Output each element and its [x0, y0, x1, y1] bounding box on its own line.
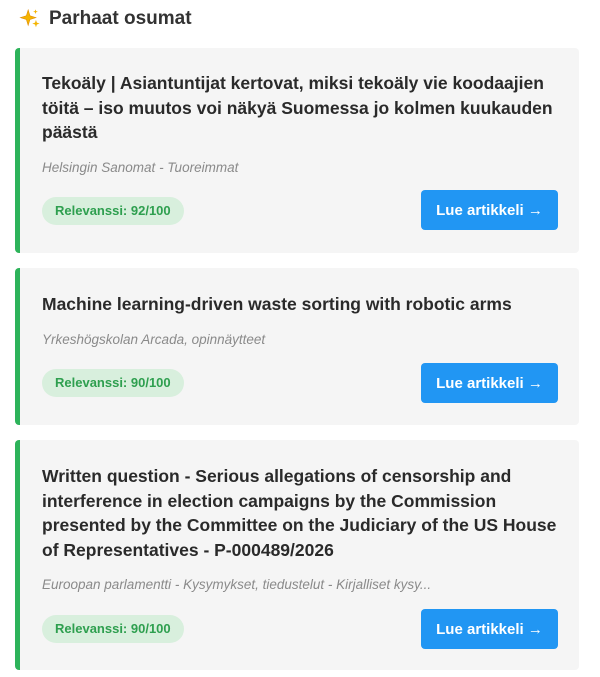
result-source: Euroopan parlamentti - Kysymykset, tiedu…	[42, 577, 432, 592]
result-card: Machine learning-driven waste sorting wi…	[15, 268, 579, 425]
read-article-button[interactable]: Lue artikkeli →	[421, 190, 558, 230]
result-title: Tekoäly | Asiantuntijat kertovat, miksi …	[42, 73, 553, 142]
relevance-badge: Relevanssi: 90/100	[42, 369, 184, 397]
result-card: Tekoäly | Asiantuntijat kertovat, miksi …	[15, 48, 579, 253]
read-article-button[interactable]: Lue artikkeli →	[421, 363, 558, 403]
sparkles-icon	[19, 8, 40, 28]
read-article-button[interactable]: Lue artikkeli →	[421, 609, 558, 649]
result-card: Written question - Serious allegations o…	[15, 440, 579, 670]
section-title: Parhaat osumat	[49, 8, 192, 29]
relevance-badge: Relevanssi: 90/100	[42, 615, 184, 643]
relevance-badge: Relevanssi: 92/100	[42, 197, 184, 225]
result-title: Written question - Serious allegations o…	[42, 466, 557, 560]
result-source: Yrkeshögskolan Arcada, opinnäytteet	[42, 332, 266, 347]
result-source: Helsingin Sanomat - Tuoreimmat	[42, 160, 239, 175]
result-title: Machine learning-driven waste sorting wi…	[42, 294, 512, 314]
section-header: Parhaat osumat	[19, 7, 192, 31]
